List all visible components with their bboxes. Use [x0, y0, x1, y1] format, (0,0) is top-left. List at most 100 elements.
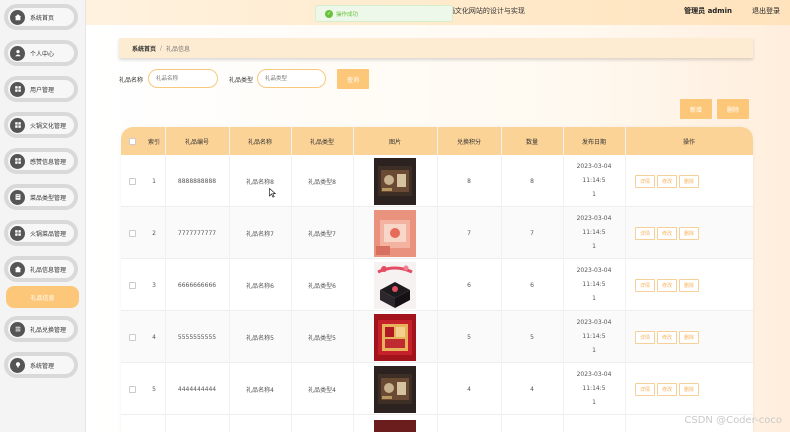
cell-date: 2023-03-04 11:14:5 1 [563, 155, 625, 207]
cell-type: 礼品类型7 [308, 230, 336, 238]
col-points: 兑换积分 [456, 138, 481, 146]
detail-button[interactable]: 详情 [635, 382, 655, 396]
edit-button[interactable]: 修改 [657, 330, 677, 344]
logout-link[interactable]: 退出登录 [752, 6, 780, 16]
sidebar-item-hotpot-culture[interactable]: 火锅文化管理 [4, 112, 78, 138]
watermark: CSDN @Coder-coco [684, 415, 782, 426]
edit-button[interactable]: 修改 [657, 174, 677, 188]
row-select-cell[interactable] [121, 155, 143, 207]
sidebar-item-dish-types[interactable]: 菜品类型管理 [4, 184, 78, 210]
sidebar-item-system[interactable]: 系统管理 [4, 352, 78, 378]
gift-thumbnail-dark-box [374, 365, 416, 413]
detail-button[interactable]: 详情 [635, 226, 655, 240]
column-divider [501, 127, 502, 432]
mouse-cursor-icon [269, 188, 276, 198]
date-line: 1 [592, 399, 596, 406]
date-line: 1 [592, 243, 596, 250]
edit-button[interactable]: 修改 [657, 278, 677, 292]
cell-actions: 详情 修改 删除 [625, 207, 753, 259]
sidebar-item-users[interactable]: 用户管理 [4, 76, 78, 102]
row-checkbox[interactable] [128, 281, 136, 289]
cell-index: 4 [152, 333, 156, 341]
date-line: 2023-03-04 11:14:5 [576, 215, 612, 236]
row-checkbox[interactable] [128, 229, 136, 237]
detail-button[interactable]: 详情 [635, 330, 655, 344]
sidebar-item-feedback[interactable]: 感赞信息管理 [4, 148, 78, 174]
breadcrumb-current: 礼品信息 [166, 45, 191, 53]
row-checkbox[interactable] [128, 333, 136, 341]
date-line: 2023-03-04 11:14:5 [576, 319, 612, 340]
cell-qty: 7 [530, 229, 534, 237]
sidebar-item-label: 礼品信息管理 [30, 266, 67, 274]
select-all-checkbox[interactable] [128, 137, 136, 145]
grid-icon [10, 225, 25, 241]
gift-name-input[interactable] [148, 69, 218, 88]
col-actions: 操作 [682, 138, 695, 146]
cell-image [353, 259, 437, 311]
date-line: 1 [592, 295, 596, 302]
date-line: 2023-03-04 11:14:5 [576, 371, 612, 392]
column-divider [291, 127, 292, 432]
pin-icon [10, 357, 25, 373]
gift-thumbnail-dark-box [374, 157, 416, 205]
cell-code: 4444444444 [177, 385, 217, 393]
edit-button[interactable]: 修改 [657, 226, 677, 240]
column-divider [437, 127, 438, 432]
list-icon [10, 321, 25, 337]
date-line: 1 [592, 347, 596, 354]
row-delete-button[interactable]: 删除 [679, 226, 699, 240]
sidebar-item-profile[interactable]: 个人中心 [4, 40, 78, 66]
sidebar: 系统首页 个人中心 用户管理 火锅文化管理 感赞信息管理 菜品类型管理 火锅菜品… [0, 0, 86, 432]
row-delete-button[interactable]: 删除 [679, 382, 699, 396]
cell-actions: 详情 修改 删除 [625, 259, 753, 311]
next-row-thumbnail-partial [374, 420, 416, 432]
sidebar-item-hotpot-dishes[interactable]: 火锅菜品管理 [4, 220, 78, 246]
sidebar-item-gift-info[interactable]: 礼品信息管理 [4, 256, 78, 282]
sidebar-item-gift-exchange[interactable]: 礼品兑换管理 [4, 316, 78, 342]
row-select-cell[interactable] [121, 363, 143, 415]
delete-button[interactable]: 删除 [717, 99, 749, 119]
gift-type-input[interactable] [257, 69, 326, 88]
row-delete-button[interactable]: 删除 [679, 330, 699, 344]
cell-image [353, 155, 437, 207]
cell-name: 礼品名称7 [246, 230, 274, 238]
date-line: 2023-03-04 11:14:5 [576, 163, 612, 184]
home-icon [10, 9, 25, 25]
gift-thumbnail-pink-box [374, 209, 416, 257]
row-checkbox[interactable] [128, 385, 136, 393]
row-delete-button[interactable]: 删除 [679, 174, 699, 188]
breadcrumb-home[interactable]: 系统首页 [132, 44, 156, 53]
search-button[interactable]: 查询 [337, 69, 369, 89]
col-image: 图片 [388, 138, 401, 146]
cell-name: 礼品名称8 [246, 178, 274, 186]
cell-name: 礼品名称5 [246, 334, 274, 342]
cell-code: 7777777777 [177, 229, 217, 237]
cell-name: 礼品名称4 [246, 386, 274, 394]
cell-index: 5 [152, 385, 156, 393]
home-icon [10, 261, 25, 277]
row-delete-button[interactable]: 删除 [679, 278, 699, 292]
row-select-cell[interactable] [121, 207, 143, 259]
cell-actions: 详情 修改 删除 [625, 363, 753, 415]
sidebar-item-label: 火锅菜品管理 [30, 230, 67, 238]
cell-points: 6 [467, 281, 471, 289]
select-all-cell[interactable] [121, 127, 143, 155]
sidebar-item-home[interactable]: 系统首页 [4, 4, 78, 30]
column-divider [625, 127, 626, 432]
cell-type: 礼品类型6 [308, 282, 336, 290]
detail-button[interactable]: 详情 [635, 174, 655, 188]
column-divider [563, 127, 564, 432]
cell-date: 2023-03-04 11:14:5 1 [563, 259, 625, 311]
cell-index: 1 [152, 177, 156, 185]
sidebar-subitem-gift-info[interactable]: 礼品信息 [6, 286, 79, 308]
edit-button[interactable]: 修改 [657, 382, 677, 396]
detail-button[interactable]: 详情 [635, 278, 655, 292]
grid-icon [10, 117, 25, 133]
row-select-cell[interactable] [121, 311, 143, 363]
row-select-cell[interactable] [121, 259, 143, 311]
cell-points: 5 [467, 333, 471, 341]
gift-table: 索引 礼品编号 礼品名称 礼品类型 图片 兑换积分 数量 发布日期 操作 1 8… [121, 127, 753, 432]
row-checkbox[interactable] [128, 177, 136, 185]
add-button[interactable]: 新增 [680, 99, 712, 119]
cell-qty: 6 [530, 281, 534, 289]
